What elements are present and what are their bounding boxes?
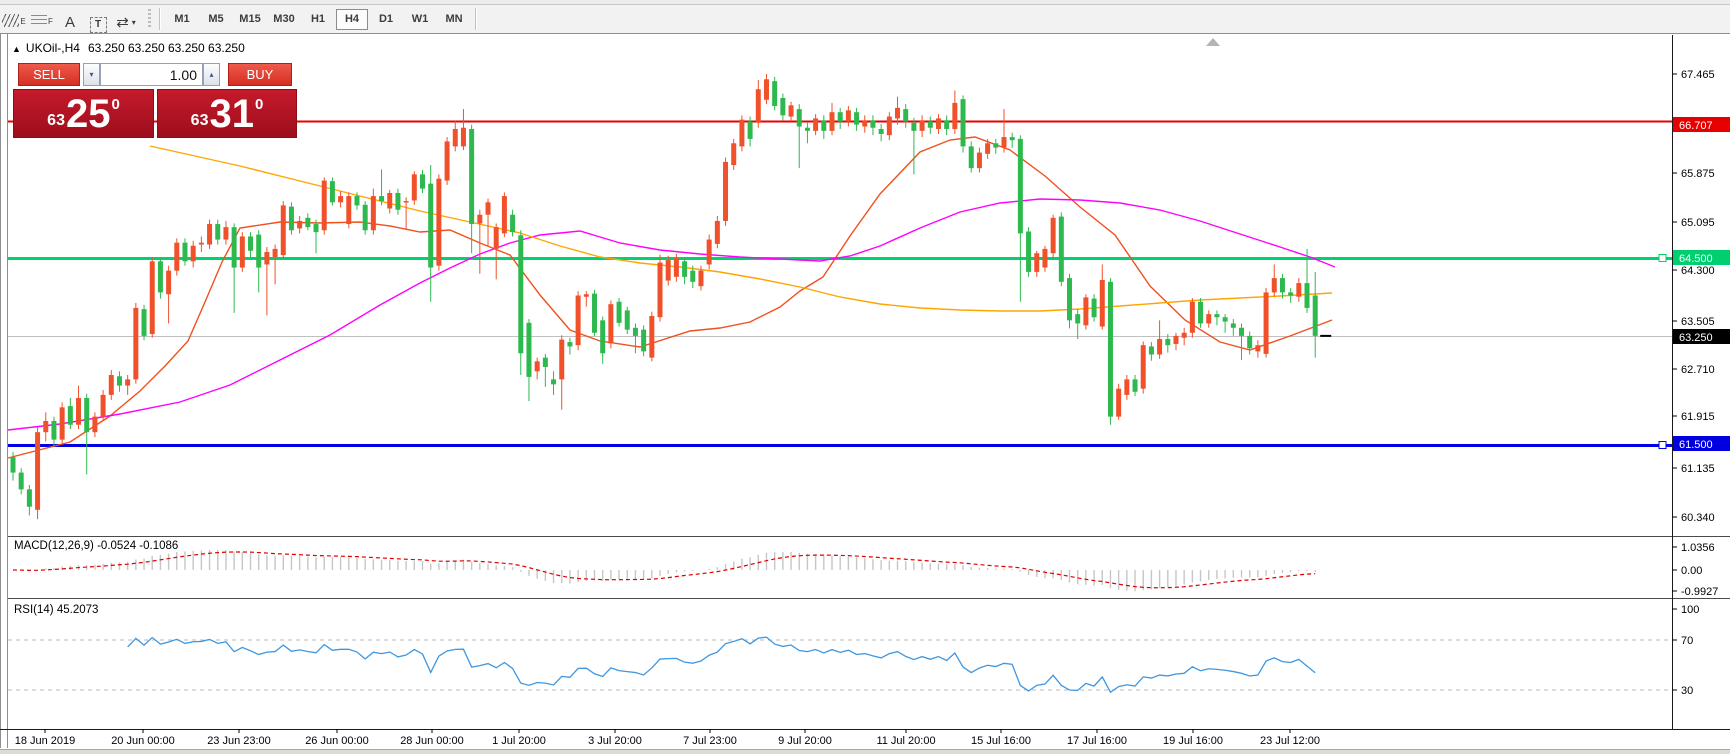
- buy-price-prefix: 63: [191, 112, 209, 130]
- price-scale-area[interactable]: [1673, 35, 1730, 729]
- rsi-value: 45.2073: [57, 604, 99, 616]
- macd-indicator-label: MACD(12,26,9) -0.0524 -0.1086: [14, 540, 178, 552]
- volume-increase-button[interactable]: ▴: [203, 63, 220, 86]
- buy-price-big: 31: [209, 94, 254, 134]
- symbol-period-label: UKOil-,H4: [26, 41, 80, 55]
- window-bottom-strip: [0, 749, 1730, 754]
- sell-price-sup: 0: [111, 96, 119, 113]
- ma-slow-line: [150, 146, 1332, 311]
- ma-medium-line: [8, 199, 1335, 430]
- collapse-panel-icon[interactable]: ▲: [12, 44, 21, 54]
- buy-price-button[interactable]: 63 31 0: [157, 89, 297, 138]
- buy-price-sup: 0: [255, 96, 263, 113]
- chart-symbol-title: ▲ UKOil-,H4 63.250 63.250 63.250 63.250: [12, 41, 245, 55]
- sell-price-prefix: 63: [47, 112, 65, 130]
- ma-fast-line: [8, 137, 1332, 458]
- sell-price-big: 25: [66, 94, 111, 134]
- buy-button[interactable]: BUY: [228, 63, 292, 86]
- macd-values: -0.0524 -0.1086: [97, 540, 178, 552]
- one-click-trading-panel: SELL ▾ ▴ BUY 63 25 0 63 31 0: [13, 63, 297, 147]
- chart-shift-marker: [1206, 38, 1220, 46]
- mt4-terminal-window: { "toolbar": { "tools": [ {"name": "equi…: [0, 0, 1730, 754]
- rsi-line: [128, 637, 1316, 692]
- time-scale-area[interactable]: [8, 729, 1672, 748]
- sell-price-button[interactable]: 63 25 0: [13, 89, 154, 138]
- volume-input[interactable]: [100, 63, 203, 86]
- macd-signal-line: [13, 552, 1315, 588]
- ohlc-values: 63.250 63.250 63.250 63.250: [88, 41, 245, 55]
- sell-button[interactable]: SELL: [18, 63, 80, 86]
- rsi-indicator-label: RSI(14) 45.2073: [14, 604, 98, 616]
- volume-decrease-button[interactable]: ▾: [83, 63, 100, 86]
